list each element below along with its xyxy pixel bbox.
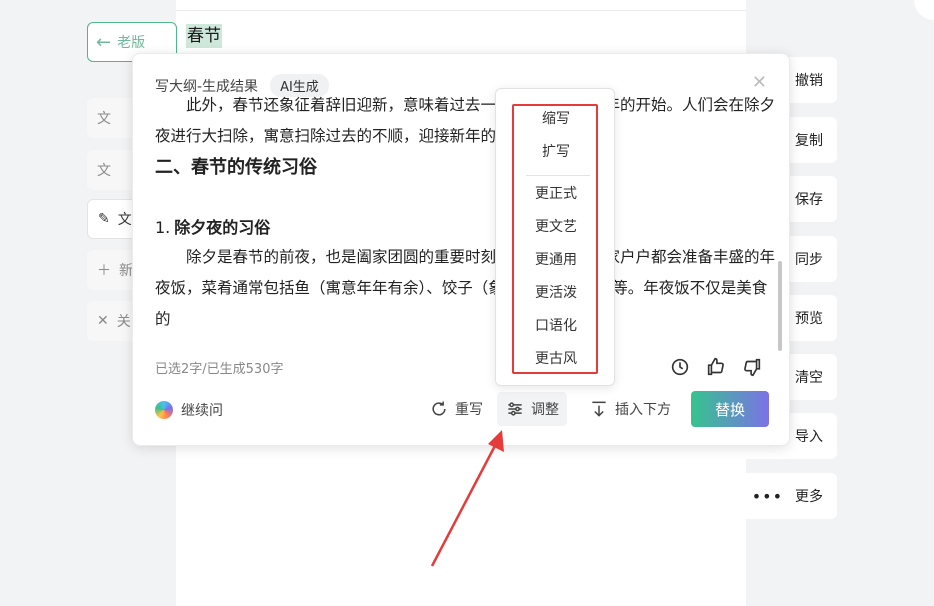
selection-stats: 已选2字/已生成530字 <box>155 362 284 377</box>
content-subheading: 1. 除夕夜的习俗 <box>155 218 271 237</box>
edit-icon: ✎ <box>98 211 110 227</box>
arrow-left-icon: ← <box>96 31 112 53</box>
generated-content[interactable]: 此外，春节还象征着辞旧迎新，意味着过去一年的结束和新一年的开始。人们会在除夕夜进… <box>155 96 775 346</box>
insert-below-icon <box>592 401 606 417</box>
content-scrollbar[interactable] <box>778 261 782 351</box>
history-icon[interactable] <box>669 356 691 378</box>
replace-button[interactable]: 替换 <box>691 391 769 427</box>
refresh-icon <box>432 401 446 416</box>
content-paragraph-1: 此外，春节还象征着辞旧迎新，意味着过去一年的结束和新一年的开始。人们会在除夕夜进… <box>155 96 775 145</box>
paper-divider <box>176 10 746 11</box>
sliders-icon <box>508 402 522 416</box>
continue-ask-button[interactable]: 继续问 <box>155 400 223 420</box>
ai-result-panel: 写大纲-生成结果 AI生成 ✕ 此外，春节还象征着辞旧迎新，意味着过去一年的结束… <box>132 53 790 446</box>
content-heading-2: 二、春节的传统习俗 <box>155 157 317 178</box>
document-title-selected[interactable]: 春节 <box>186 24 222 48</box>
top-right-corner <box>914 0 934 20</box>
panel-close-icon[interactable]: ✕ <box>752 72 767 93</box>
highlight-box-annotation <box>512 104 598 374</box>
old-version-label: 老版 <box>117 35 146 51</box>
insert-below-button[interactable]: 插入下方 <box>581 392 679 426</box>
plus-icon: ＋ <box>97 263 111 279</box>
ai-generated-tag: AI生成 <box>270 74 329 97</box>
panel-header: 写大纲-生成结果 AI生成 <box>155 74 329 97</box>
more-button[interactable]: ••• 更多 <box>746 473 837 519</box>
annotation-arrow <box>430 430 504 567</box>
panel-title: 写大纲-生成结果 <box>155 78 259 95</box>
feedback-icons <box>669 356 763 378</box>
ai-logo-icon <box>155 401 173 419</box>
close-icon: ✕ <box>97 313 109 329</box>
thumbs-up-icon[interactable] <box>705 356 727 378</box>
thumbs-down-icon[interactable] <box>741 356 763 378</box>
content-paragraph-2: 除夕是春节的前夜，也是阖家团圆的重要时刻。在这一天，家家户户都会准备丰盛的年夜饭… <box>155 248 775 328</box>
more-dots-icon: ••• <box>751 486 783 506</box>
